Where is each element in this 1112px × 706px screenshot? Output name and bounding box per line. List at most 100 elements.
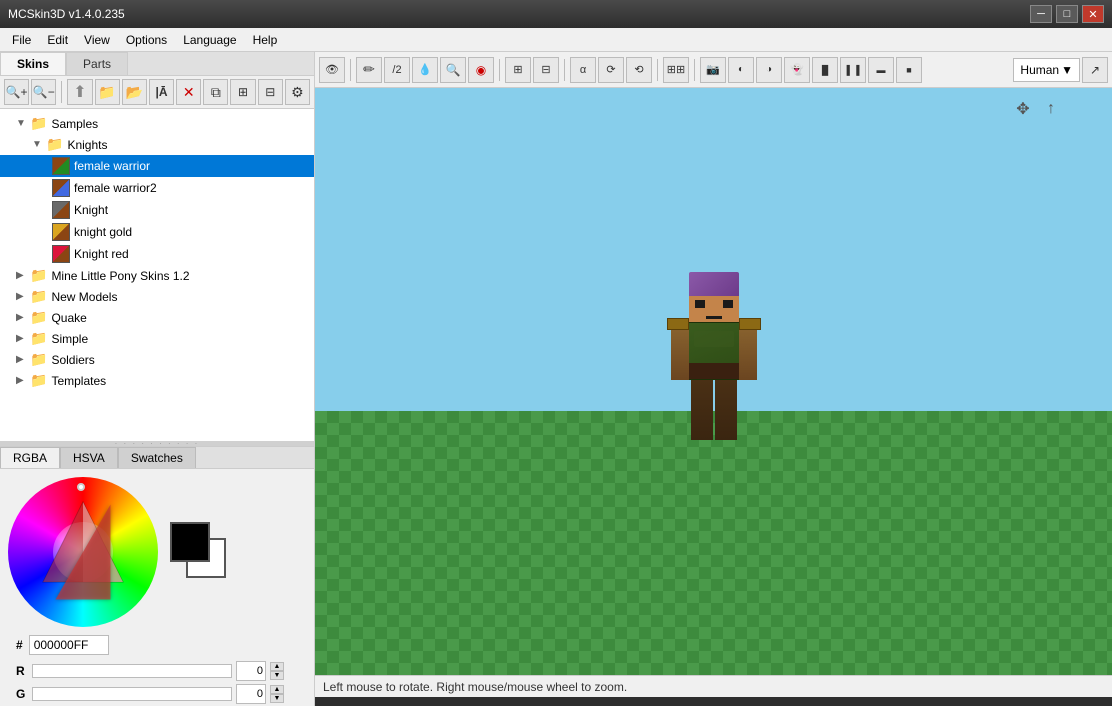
tools-btn1[interactable]: ⟳ — [598, 57, 624, 83]
tree-item-female-warrior2[interactable]: female warrior2 — [0, 177, 314, 199]
pencil-btn[interactable]: ✏ — [356, 57, 382, 83]
color-tab-rgba[interactable]: RGBA — [0, 447, 60, 468]
anim-btn4[interactable]: ■ — [896, 57, 922, 83]
close-button[interactable]: ✕ — [1082, 5, 1104, 23]
expand-mine-pony-icon: ▶ — [16, 270, 28, 281]
knights-label: Knights — [67, 138, 107, 152]
ghost-btn[interactable]: 👻 — [784, 57, 810, 83]
tree-item-knight[interactable]: Knight — [0, 199, 314, 221]
texture-btn[interactable]: ⊞ — [505, 57, 531, 83]
light-btn1[interactable]: ◐ — [728, 57, 754, 83]
rename-btn[interactable]: |Ā — [149, 79, 174, 105]
menu-file[interactable]: File — [4, 31, 39, 49]
alpha-btn[interactable]: α — [570, 57, 596, 83]
color-wheel-container — [8, 477, 230, 627]
tree-view: ▼ 📁 Samples ▼ 📁 Knights female warrior — [0, 109, 314, 441]
grid-vp-btn[interactable]: ⊞⊞ — [663, 57, 689, 83]
tree-item-quake[interactable]: ▶ 📁 Quake — [0, 307, 314, 328]
dropper-btn[interactable]: 💧 — [412, 57, 438, 83]
templates-label: Templates — [51, 374, 106, 388]
new-models-label: New Models — [51, 290, 117, 304]
quake-label: Quake — [51, 311, 86, 325]
import-tex-btn[interactable]: ⊟ — [533, 57, 559, 83]
delete-btn[interactable]: ✕ — [176, 79, 201, 105]
tree-item-female-warrior[interactable]: female warrior — [0, 155, 314, 177]
menu-edit[interactable]: Edit — [39, 31, 76, 49]
zoom-in-btn[interactable]: 🔍+ — [4, 79, 29, 105]
anim-btn3[interactable]: ▬ — [868, 57, 894, 83]
tree-item-simple[interactable]: ▶ 📁 Simple — [0, 328, 314, 349]
fill-btn[interactable]: ◉ — [468, 57, 494, 83]
up-arrow-icon[interactable]: ↑ — [1040, 98, 1062, 120]
minecraft-character — [669, 272, 759, 452]
samples-label: Samples — [51, 117, 98, 131]
open-btn[interactable]: 📂 — [122, 79, 147, 105]
r-spin-down[interactable]: ▼ — [270, 671, 284, 680]
folder-mine-pony-icon: 📁 — [30, 267, 47, 284]
hex-input[interactable] — [29, 635, 109, 655]
zoom-out-btn[interactable]: 🔍− — [31, 79, 56, 105]
r-spin-up[interactable]: ▲ — [270, 662, 284, 671]
tools-btn2[interactable]: ⟲ — [626, 57, 652, 83]
tree-item-mine-pony[interactable]: ▶ 📁 Mine Little Pony Skins 1.2 — [0, 265, 314, 286]
viewport-extra-btn[interactable]: ↗ — [1082, 57, 1108, 83]
minimize-button[interactable]: ─ — [1030, 5, 1052, 23]
expand-knights-icon: ▼ — [32, 139, 44, 150]
light-btn2[interactable]: ◑ — [756, 57, 782, 83]
tab-skins[interactable]: Skins — [0, 52, 66, 75]
screenshot-btn[interactable]: 📷 — [700, 57, 726, 83]
viewport-toolbar: 👁 ✏ /2 💧 🔍 ◉ ⊞ ⊟ α ⟳ ⟲ ⊞⊞ 📷 ◐ ◑ — [315, 52, 1112, 88]
menu-view[interactable]: View — [76, 31, 118, 49]
rotate-icon[interactable]: ✥ — [1012, 98, 1034, 120]
soldiers-label: Soldiers — [51, 353, 94, 367]
female-warrior-label: female warrior — [74, 159, 150, 173]
clone-btn[interactable]: ⧉ — [203, 79, 228, 105]
restore-button[interactable]: □ — [1056, 5, 1078, 23]
menu-options[interactable]: Options — [118, 31, 175, 49]
tree-item-new-models[interactable]: ▶ 📁 New Models — [0, 286, 314, 307]
color-tabs: RGBA HSVA Swatches — [0, 447, 314, 469]
color-tab-hsva[interactable]: HSVA — [60, 447, 118, 468]
color-tab-swatches[interactable]: Swatches — [118, 447, 196, 468]
expand-samples-icon: ▼ — [16, 118, 28, 129]
menubar: File Edit View Options Language Help — [0, 28, 1112, 52]
menu-language[interactable]: Language — [175, 31, 244, 49]
eraser-btn[interactable]: /2 — [384, 57, 410, 83]
titlebar: MCSkin3D v1.4.0.235 ─ □ ✕ — [0, 0, 1112, 28]
anim-btn2[interactable]: ▌▐ — [840, 57, 866, 83]
zoom-btn[interactable]: 🔍 — [440, 57, 466, 83]
tree-item-knight-red[interactable]: Knight red — [0, 243, 314, 265]
folder-simple-icon: 📁 — [30, 330, 47, 347]
menu-help[interactable]: Help — [245, 31, 286, 49]
g-spin-down[interactable]: ▼ — [270, 694, 284, 703]
grid-btn1[interactable]: ⊞ — [230, 79, 255, 105]
left-panel: Skins Parts 🔍+ 🔍− ⬆ 📁 📂 |Ā ✕ ⧉ ⊞ ⊟ ⚙ — [0, 52, 315, 706]
tree-item-templates[interactable]: ▶ 📁 Templates — [0, 370, 314, 391]
tree-item-knights[interactable]: ▼ 📁 Knights — [0, 134, 314, 155]
tree-item-knight-gold[interactable]: knight gold — [0, 221, 314, 243]
color-wheel[interactable] — [8, 477, 158, 627]
expand-soldiers-icon: ▶ — [16, 354, 28, 365]
r-slider[interactable] — [32, 664, 232, 678]
foreground-color-box[interactable] — [170, 522, 210, 562]
model-dropdown[interactable]: Human ▼ — [1013, 58, 1080, 82]
content-area: Skins Parts 🔍+ 🔍− ⬆ 📁 📂 |Ā ✕ ⧉ ⊞ ⊟ ⚙ — [0, 52, 1112, 706]
char-eye-right — [723, 300, 733, 308]
new-skin-btn[interactable]: ⬆ — [67, 79, 92, 105]
import-btn[interactable]: 📁 — [95, 79, 120, 105]
viewport-canvas[interactable]: ✥ ↑ — [315, 88, 1112, 675]
g-label: G — [16, 687, 28, 701]
anim-btn1[interactable]: ▐▌ — [812, 57, 838, 83]
folder-samples-icon: 📁 — [30, 115, 47, 132]
skins-toolbar: 🔍+ 🔍− ⬆ 📁 📂 |Ā ✕ ⧉ ⊞ ⊟ ⚙ — [0, 76, 314, 109]
simple-label: Simple — [51, 332, 88, 346]
settings-btn[interactable]: ⚙ — [285, 79, 310, 105]
tree-item-soldiers[interactable]: ▶ 📁 Soldiers — [0, 349, 314, 370]
g-spin-up[interactable]: ▲ — [270, 685, 284, 694]
foreground-background — [170, 522, 230, 582]
tree-item-samples[interactable]: ▼ 📁 Samples — [0, 113, 314, 134]
grid-btn2[interactable]: ⊟ — [258, 79, 283, 105]
g-slider[interactable] — [32, 687, 232, 701]
view-btn[interactable]: 👁 — [319, 57, 345, 83]
tab-parts[interactable]: Parts — [66, 52, 128, 75]
